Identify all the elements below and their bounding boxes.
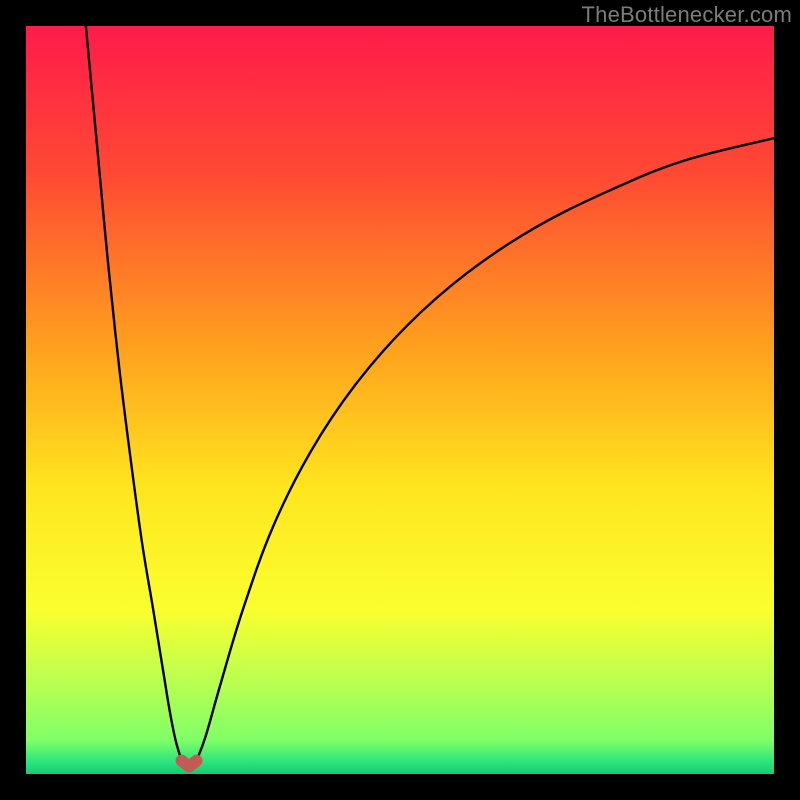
watermark-text: TheBottlenecker.com [582, 2, 792, 28]
plot-area [26, 26, 774, 774]
chart-frame: TheBottlenecker.com [0, 0, 800, 800]
chart-svg [26, 26, 774, 774]
minimum-marker [182, 761, 197, 767]
gradient-background [26, 26, 774, 774]
